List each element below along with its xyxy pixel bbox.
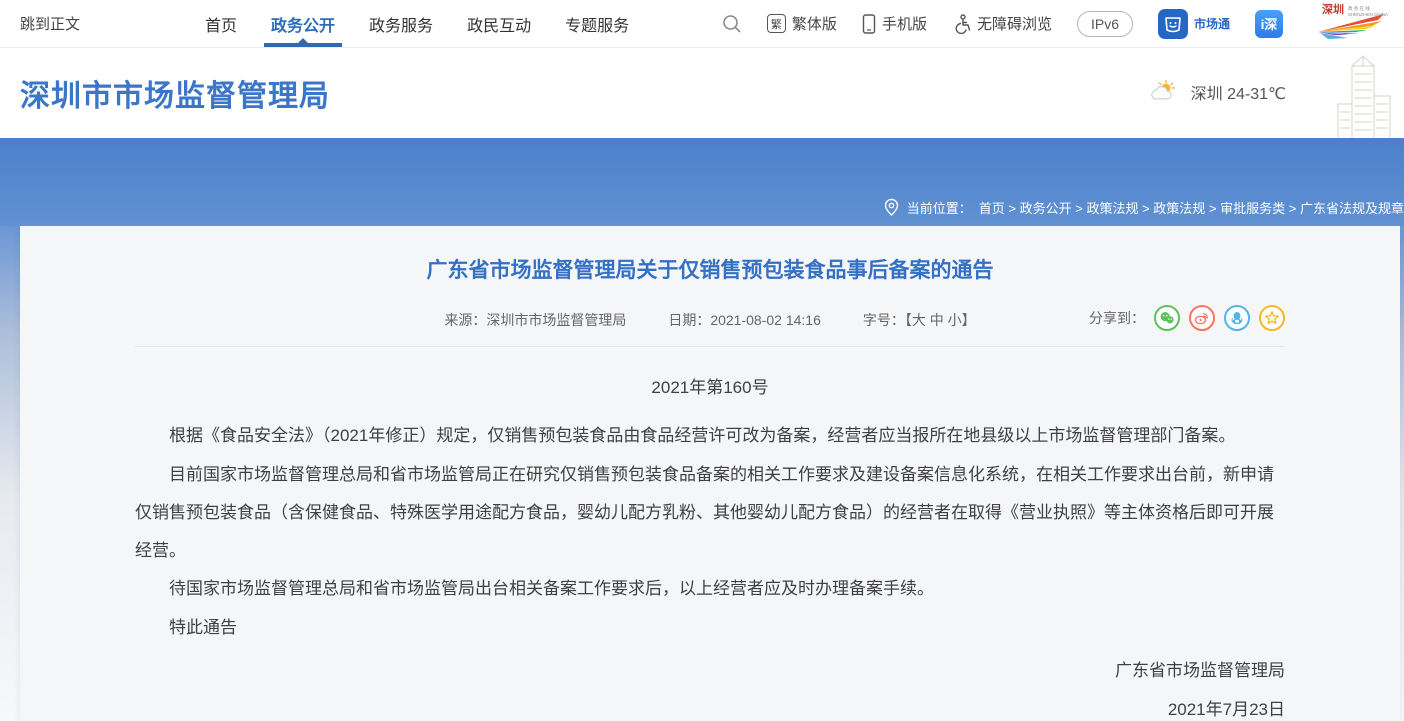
nav-item-label: 政民互动 bbox=[467, 12, 531, 36]
signature-date: 2021年7月23日 bbox=[135, 690, 1285, 721]
nav-item-label: 政务公开 bbox=[271, 12, 335, 36]
traditional-badge-icon: 繁 bbox=[767, 14, 786, 33]
nav-item-label: 政务服务 bbox=[369, 12, 433, 36]
accessibility-button[interactable]: 无障碍浏览 bbox=[952, 13, 1052, 34]
share-wechat-icon[interactable] bbox=[1154, 305, 1180, 331]
search-button[interactable] bbox=[722, 14, 742, 34]
doc-number: 2021年第160号 bbox=[135, 371, 1285, 405]
weather-text: 深圳 24-31℃ bbox=[1191, 80, 1286, 104]
breadcrumb-separator: > bbox=[1285, 201, 1300, 216]
share-qq-icon[interactable] bbox=[1224, 305, 1250, 331]
nav-item[interactable]: 专题服务 bbox=[548, 0, 646, 47]
nav-item[interactable]: 政民互动 bbox=[450, 0, 548, 47]
breadcrumb-link[interactable]: 首页 bbox=[979, 201, 1005, 216]
breadcrumb-separator: > bbox=[1138, 201, 1153, 216]
weather-partly-cloudy-icon bbox=[1149, 80, 1179, 104]
topbar: 跳到正文 首页 政务公开 政务服务 政民互动 专题服务 bbox=[0, 0, 1404, 48]
mobile-phone-icon bbox=[862, 14, 876, 34]
location-pin-icon bbox=[883, 198, 900, 217]
article-paragraph: 特此通告 bbox=[135, 609, 1285, 647]
nav-item[interactable]: 政务公开 bbox=[254, 0, 352, 47]
banner: 当前位置： 首页 > 政务公开 > 政策法规 > 政策法规 > bbox=[0, 138, 1404, 226]
share-favorite-icon[interactable] bbox=[1259, 305, 1285, 331]
market-app-icon bbox=[1158, 9, 1188, 39]
traditional-version-button[interactable]: 繁 繁体版 bbox=[767, 13, 837, 34]
site-title: 深圳市市场监督管理局 bbox=[20, 71, 330, 115]
article-paragraph: 目前国家市场监督管理总局和省市场监管局正在研究仅销售预包装食品备案的相关工作要求… bbox=[135, 456, 1285, 571]
nav-item[interactable]: 首页 bbox=[188, 0, 254, 47]
nav-item-label: 专题服务 bbox=[565, 12, 629, 36]
weather-widget: 深圳 24-31℃ bbox=[1149, 80, 1286, 104]
accessibility-wheelchair-icon bbox=[952, 14, 971, 34]
breadcrumb-link[interactable]: 审批服务类 bbox=[1220, 201, 1285, 216]
breadcrumb-link[interactable]: 广东省法规及规章 bbox=[1300, 201, 1404, 216]
article: 广东省市场监督管理局关于仅销售预包装食品事后备案的通告 来源：深圳市市场监督管理… bbox=[20, 226, 1400, 721]
signature-block: 广东省市场监督管理局 2021年7月23日 bbox=[135, 651, 1285, 721]
article-paragraphs: 根据《食品安全法》（2021年修正）规定，仅销售预包装食品由食品经营许可改为备案… bbox=[135, 417, 1285, 647]
building-illustration bbox=[1326, 54, 1398, 140]
ipv6-badge[interactable]: IPv6 bbox=[1077, 11, 1133, 37]
share-weibo-icon[interactable] bbox=[1189, 305, 1215, 331]
mobile-version-button[interactable]: 手机版 bbox=[862, 13, 927, 34]
page-background: 广东省市场监督管理局关于仅销售预包装食品事后备案的通告 来源：深圳市市场监督管理… bbox=[0, 226, 1404, 721]
site-header: 深圳市市场监督管理局 深圳 24-31℃ bbox=[0, 48, 1404, 138]
breadcrumb-link[interactable]: 政务公开 bbox=[1020, 201, 1072, 216]
article-meta-row: 来源：深圳市市场监督管理局 日期：2021-08-02 14:16 字号：【大 … bbox=[135, 310, 1285, 347]
article-body: 2021年第160号 根据《食品安全法》（2021年修正）规定，仅销售预包装食品… bbox=[135, 371, 1285, 721]
nav-item-label: 首页 bbox=[205, 12, 237, 36]
article-paragraph: 待国家市场监督管理总局和省市场监管局出台相关备案工作要求后，以上经营者应及时办理… bbox=[135, 570, 1285, 608]
breadcrumb-items: 首页 > 政务公开 > 政策法规 > 政策法规 > 审批服务类 > bbox=[979, 198, 1404, 217]
topbar-tools: 繁 繁体版 手机版 无障碍浏览 IPv6 bbox=[722, 0, 1390, 47]
share-bar: 分享到： bbox=[1089, 305, 1285, 331]
signature-org: 广东省市场监督管理局 bbox=[135, 651, 1285, 690]
breadcrumb-prefix: 当前位置： bbox=[907, 198, 972, 217]
content-card: 广东省市场监督管理局关于仅销售预包装食品事后备案的通告 来源：深圳市市场监督管理… bbox=[20, 226, 1400, 721]
article-title: 广东省市场监督管理局关于仅销售预包装食品事后备案的通告 bbox=[135, 256, 1285, 285]
breadcrumb-link[interactable]: 政策法规 bbox=[1086, 201, 1138, 216]
skip-to-content-link[interactable]: 跳到正文 bbox=[20, 0, 80, 47]
breadcrumb-separator: > bbox=[1005, 201, 1020, 216]
svg-text:SHENZHEN CHINA: SHENZHEN CHINA bbox=[1348, 12, 1388, 17]
nav-item[interactable]: 政务服务 bbox=[352, 0, 450, 47]
breadcrumb: 当前位置： 首页 > 政务公开 > 政策法规 > 政策法规 > bbox=[883, 198, 1404, 217]
meta-source: 来源：深圳市市场监督管理局 bbox=[444, 310, 626, 330]
meta-date: 日期：2021-08-02 14:16 bbox=[668, 310, 821, 330]
search-icon bbox=[722, 14, 742, 34]
article-paragraph: 根据《食品安全法》（2021年修正）规定，仅销售预包装食品由食品经营许可改为备案… bbox=[135, 417, 1285, 455]
market-app-link[interactable]: 市场通 bbox=[1158, 9, 1230, 39]
shenzhen-china-logo: 深圳 政 务 在 线 SHENZHEN CHINA bbox=[1308, 2, 1390, 45]
svg-text:政 务 在 线: 政 务 在 线 bbox=[1348, 5, 1370, 12]
logo-cn-text: 深圳 bbox=[1322, 2, 1344, 16]
meta-fontsize-control[interactable]: 字号：【大 中 小】 bbox=[863, 310, 976, 330]
share-label: 分享到： bbox=[1089, 308, 1145, 328]
ishenzhen-app-icon[interactable]: i深 bbox=[1255, 10, 1283, 38]
breadcrumb-separator: > bbox=[1205, 201, 1220, 216]
main-nav: 首页 政务公开 政务服务 政民互动 专题服务 bbox=[188, 0, 646, 47]
breadcrumb-separator: > bbox=[1072, 201, 1087, 216]
breadcrumb-link[interactable]: 政策法规 bbox=[1153, 201, 1205, 216]
